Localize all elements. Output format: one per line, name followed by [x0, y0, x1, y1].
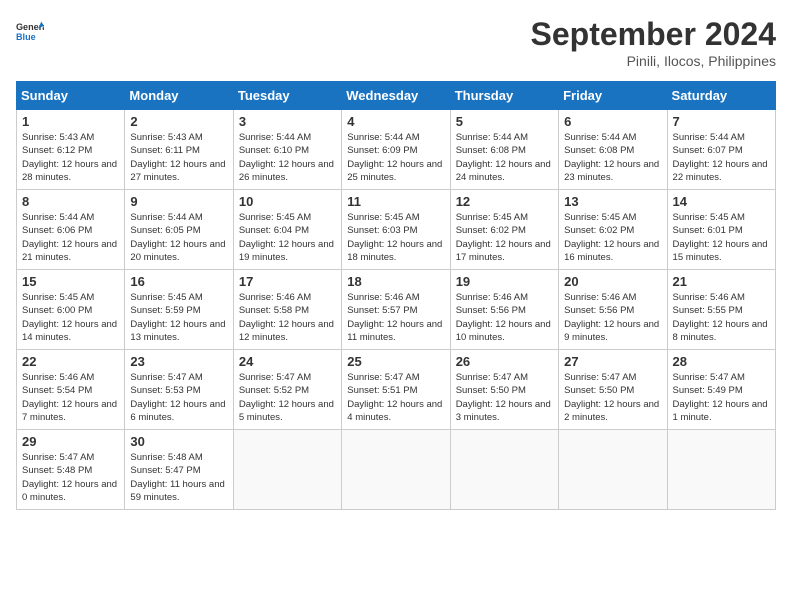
table-row: 3Sunrise: 5:44 AMSunset: 6:10 PMDaylight… — [233, 110, 341, 190]
header-row: Sunday Monday Tuesday Wednesday Thursday… — [17, 82, 776, 110]
table-row — [450, 430, 558, 510]
table-row: 22Sunrise: 5:46 AMSunset: 5:54 PMDayligh… — [17, 350, 125, 430]
table-row: 27Sunrise: 5:47 AMSunset: 5:50 PMDayligh… — [559, 350, 667, 430]
table-row: 24Sunrise: 5:47 AMSunset: 5:52 PMDayligh… — [233, 350, 341, 430]
col-tuesday: Tuesday — [233, 82, 341, 110]
calendar-table: Sunday Monday Tuesday Wednesday Thursday… — [16, 81, 776, 510]
table-row: 9Sunrise: 5:44 AMSunset: 6:05 PMDaylight… — [125, 190, 233, 270]
location: Pinili, Ilocos, Philippines — [531, 53, 776, 69]
table-row: 25Sunrise: 5:47 AMSunset: 5:51 PMDayligh… — [342, 350, 450, 430]
calendar-row: 22Sunrise: 5:46 AMSunset: 5:54 PMDayligh… — [17, 350, 776, 430]
table-row: 1Sunrise: 5:43 AMSunset: 6:12 PMDaylight… — [17, 110, 125, 190]
calendar-row: 29Sunrise: 5:47 AMSunset: 5:48 PMDayligh… — [17, 430, 776, 510]
logo: General Blue — [16, 16, 44, 44]
table-row: 30Sunrise: 5:48 AMSunset: 5:47 PMDayligh… — [125, 430, 233, 510]
table-row: 17Sunrise: 5:46 AMSunset: 5:58 PMDayligh… — [233, 270, 341, 350]
title-block: September 2024 Pinili, Ilocos, Philippin… — [531, 16, 776, 69]
col-saturday: Saturday — [667, 82, 775, 110]
table-row — [559, 430, 667, 510]
table-row: 29Sunrise: 5:47 AMSunset: 5:48 PMDayligh… — [17, 430, 125, 510]
table-row: 12Sunrise: 5:45 AMSunset: 6:02 PMDayligh… — [450, 190, 558, 270]
col-friday: Friday — [559, 82, 667, 110]
table-row: 11Sunrise: 5:45 AMSunset: 6:03 PMDayligh… — [342, 190, 450, 270]
col-thursday: Thursday — [450, 82, 558, 110]
page-header: General Blue September 2024 Pinili, Iloc… — [16, 16, 776, 69]
table-row: 8Sunrise: 5:44 AMSunset: 6:06 PMDaylight… — [17, 190, 125, 270]
table-row: 14Sunrise: 5:45 AMSunset: 6:01 PMDayligh… — [667, 190, 775, 270]
calendar-row: 15Sunrise: 5:45 AMSunset: 6:00 PMDayligh… — [17, 270, 776, 350]
logo-icon: General Blue — [16, 16, 44, 44]
table-row: 18Sunrise: 5:46 AMSunset: 5:57 PMDayligh… — [342, 270, 450, 350]
table-row: 26Sunrise: 5:47 AMSunset: 5:50 PMDayligh… — [450, 350, 558, 430]
table-row: 19Sunrise: 5:46 AMSunset: 5:56 PMDayligh… — [450, 270, 558, 350]
col-monday: Monday — [125, 82, 233, 110]
calendar-row: 1Sunrise: 5:43 AMSunset: 6:12 PMDaylight… — [17, 110, 776, 190]
table-row: 23Sunrise: 5:47 AMSunset: 5:53 PMDayligh… — [125, 350, 233, 430]
table-row: 10Sunrise: 5:45 AMSunset: 6:04 PMDayligh… — [233, 190, 341, 270]
table-row: 16Sunrise: 5:45 AMSunset: 5:59 PMDayligh… — [125, 270, 233, 350]
col-wednesday: Wednesday — [342, 82, 450, 110]
svg-text:Blue: Blue — [16, 32, 36, 42]
table-row — [342, 430, 450, 510]
table-row: 28Sunrise: 5:47 AMSunset: 5:49 PMDayligh… — [667, 350, 775, 430]
table-row: 21Sunrise: 5:46 AMSunset: 5:55 PMDayligh… — [667, 270, 775, 350]
table-row — [233, 430, 341, 510]
table-row: 7Sunrise: 5:44 AMSunset: 6:07 PMDaylight… — [667, 110, 775, 190]
month-title: September 2024 — [531, 16, 776, 53]
table-row: 20Sunrise: 5:46 AMSunset: 5:56 PMDayligh… — [559, 270, 667, 350]
table-row: 2Sunrise: 5:43 AMSunset: 6:11 PMDaylight… — [125, 110, 233, 190]
table-row: 6Sunrise: 5:44 AMSunset: 6:08 PMDaylight… — [559, 110, 667, 190]
calendar-row: 8Sunrise: 5:44 AMSunset: 6:06 PMDaylight… — [17, 190, 776, 270]
table-row — [667, 430, 775, 510]
col-sunday: Sunday — [17, 82, 125, 110]
table-row: 5Sunrise: 5:44 AMSunset: 6:08 PMDaylight… — [450, 110, 558, 190]
table-row: 13Sunrise: 5:45 AMSunset: 6:02 PMDayligh… — [559, 190, 667, 270]
table-row: 4Sunrise: 5:44 AMSunset: 6:09 PMDaylight… — [342, 110, 450, 190]
table-row: 15Sunrise: 5:45 AMSunset: 6:00 PMDayligh… — [17, 270, 125, 350]
